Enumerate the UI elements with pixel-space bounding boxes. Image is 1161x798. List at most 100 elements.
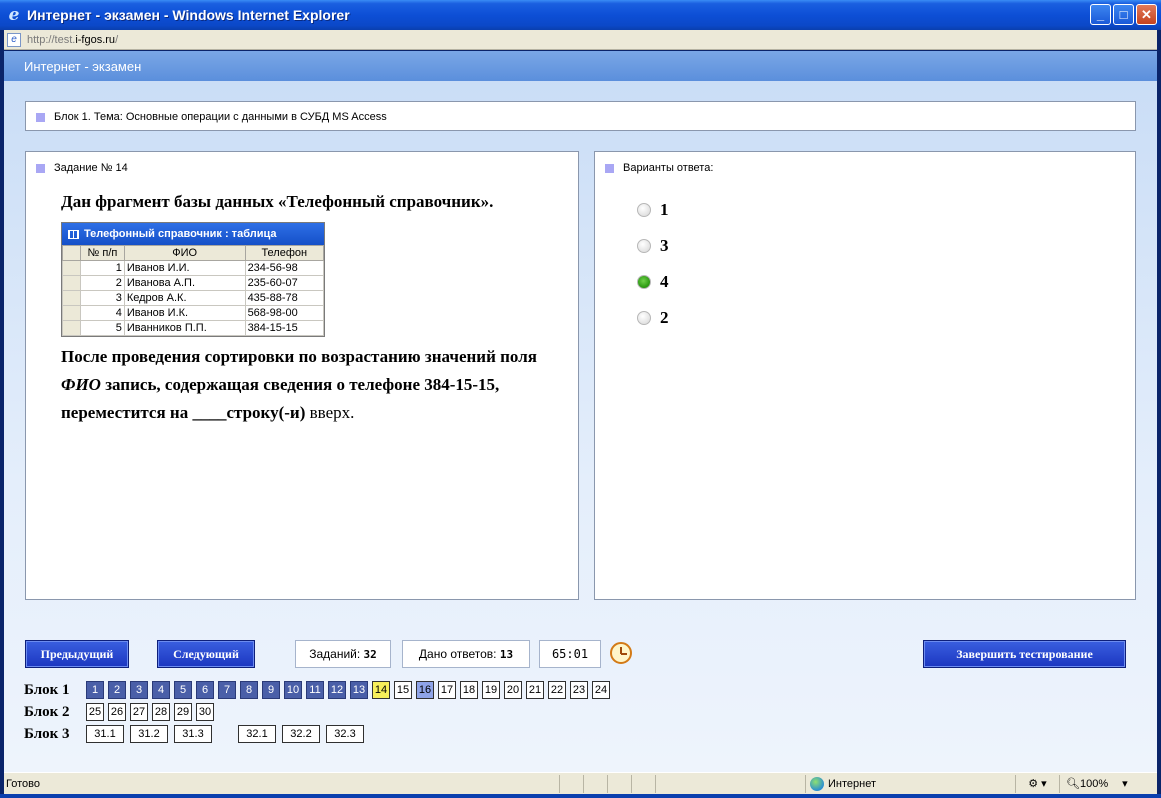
protected-mode-icon[interactable]: ⚙ ▾ xyxy=(1015,774,1059,793)
zoom-control[interactable]: 🔍︎ 100% ▾ xyxy=(1059,774,1139,793)
question-nav-box[interactable]: 27 xyxy=(130,703,148,721)
radio-button[interactable] xyxy=(637,239,651,253)
task-header: Задание № 14 xyxy=(54,162,128,174)
answered-count: Дано ответов: 13 xyxy=(402,640,530,668)
finish-test-button[interactable]: Завершить тестирование xyxy=(923,640,1126,668)
question-nav-box[interactable]: 8 xyxy=(240,681,258,699)
question-nav-box[interactable]: 6 xyxy=(196,681,214,699)
question-nav-box[interactable]: 18 xyxy=(460,681,478,699)
radio-button[interactable] xyxy=(637,203,651,217)
status-text: Готово xyxy=(6,777,40,790)
question-nav-box[interactable]: 10 xyxy=(284,681,302,699)
question-nav-box[interactable]: 20 xyxy=(504,681,522,699)
question-nav-box[interactable]: 19 xyxy=(482,681,500,699)
block-label: Блок 1 xyxy=(24,681,70,698)
page-icon: e xyxy=(7,32,21,47)
access-table: № п/п ФИО Телефон 1 Иванов И.И. 234-56-98 … xyxy=(62,245,325,336)
answers-panel: Варианты ответа: 1 3 4 2 xyxy=(594,151,1136,600)
column-header: № п/п xyxy=(80,245,125,261)
answer-option[interactable]: 2 xyxy=(637,300,669,336)
security-zone: Интернет xyxy=(805,774,1015,793)
question-nav-box[interactable]: 32.3 xyxy=(326,725,364,743)
block-label: Блок 2 xyxy=(24,703,70,720)
question-nav-box[interactable]: 5 xyxy=(174,681,192,699)
question-nav-box[interactable]: 32.1 xyxy=(238,725,276,743)
next-button[interactable]: Следующий xyxy=(157,640,255,668)
column-header: ФИО xyxy=(123,245,246,261)
question-nav-box[interactable]: 22 xyxy=(548,681,566,699)
question-nav-box[interactable]: 13 xyxy=(350,681,368,699)
question-nav-box[interactable]: 9 xyxy=(262,681,280,699)
table-row: 1 Иванов И.И. 234-56-98 xyxy=(62,260,325,276)
bullet-icon xyxy=(36,163,45,173)
question-nav-box[interactable]: 28 xyxy=(152,703,170,721)
table-row: 3 Кедров А.К. 435-88-78 xyxy=(62,290,325,306)
question-nav-box[interactable]: 25 xyxy=(86,703,104,721)
question-nav-box[interactable]: 31.1 xyxy=(86,725,124,743)
task-question: После проведения сортировки по возрастан… xyxy=(61,347,537,422)
block-topic: Блок 1. Тема: Основные операции с данным… xyxy=(54,111,387,123)
table-row: 4 Иванов И.К. 568-98-00 xyxy=(62,305,325,321)
question-nav-box[interactable]: 30 xyxy=(196,703,214,721)
answer-options: 1 3 4 2 xyxy=(637,192,669,336)
question-nav-box[interactable]: 3 xyxy=(130,681,148,699)
question-nav-box[interactable]: 12 xyxy=(328,681,346,699)
radio-button-selected[interactable] xyxy=(637,275,651,289)
block-2-row: Блок 2 25 26 27 28 29 30 xyxy=(24,702,218,722)
url-text[interactable]: http://test.i-fgos.ru/ xyxy=(27,34,118,46)
question-nav-box[interactable]: 23 xyxy=(570,681,588,699)
question-nav-box[interactable]: 17 xyxy=(438,681,456,699)
question-nav-box[interactable]: 4 xyxy=(152,681,170,699)
topic-panel: Блок 1. Тема: Основные операции с данным… xyxy=(25,101,1136,131)
close-button[interactable]: ✕ xyxy=(1136,4,1157,25)
question-nav-box[interactable]: 15 xyxy=(394,681,412,699)
block-3-row: Блок 3 31.1 31.2 31.3 32.1 32.2 32.3 xyxy=(24,724,370,744)
question-nav-box[interactable]: 26 xyxy=(108,703,126,721)
minimize-button[interactable]: _ xyxy=(1090,4,1111,25)
question-boxes: 25 26 27 28 29 30 xyxy=(86,703,218,721)
radio-button[interactable] xyxy=(637,311,651,325)
tasks-count: Заданий: 32 xyxy=(295,640,391,668)
chevron-down-icon: ▾ xyxy=(1122,778,1128,790)
status-bar: Готово Интернет ⚙ ▾ 🔍︎ 100% ▾ xyxy=(4,772,1157,794)
question-nav-box[interactable]: 7 xyxy=(218,681,236,699)
task-panel: Задание № 14 Дан фрагмент базы данных «Т… xyxy=(25,151,579,600)
question-nav-box[interactable]: 29 xyxy=(174,703,192,721)
globe-icon xyxy=(810,776,824,791)
question-nav-box[interactable]: 31.3 xyxy=(174,725,212,743)
alarm-clock-icon xyxy=(610,642,632,664)
table-row: 2 Иванова А.П. 235-60-07 xyxy=(62,275,325,291)
address-bar[interactable]: e http://test.i-fgos.ru/ xyxy=(4,30,1157,50)
bullet-icon xyxy=(605,163,614,173)
task-intro: Дан фрагмент базы данных «Телефонный спр… xyxy=(61,192,494,211)
question-nav-box[interactable]: 32.2 xyxy=(282,725,320,743)
question-boxes: 32.1 32.2 32.3 xyxy=(238,725,370,743)
question-nav-box[interactable]: 1 xyxy=(86,681,104,699)
window-title: Интернет - экзамен - Windows Internet Ex… xyxy=(27,7,350,23)
internet-explorer-icon: e xyxy=(8,5,20,25)
window-border xyxy=(0,794,1161,798)
page-content: Интернет - экзамен Блок 1. Тема: Основны… xyxy=(4,51,1157,772)
answer-option[interactable]: 4 xyxy=(637,264,669,300)
question-nav-box[interactable]: 16 xyxy=(416,681,434,699)
table-icon xyxy=(68,229,79,239)
answer-option[interactable]: 1 xyxy=(637,192,669,228)
task-body: Дан фрагмент базы данных «Телефонный спр… xyxy=(61,192,541,427)
question-nav-box[interactable]: 24 xyxy=(592,681,610,699)
answers-header: Варианты ответа: xyxy=(623,162,714,174)
bullet-icon xyxy=(36,112,45,122)
answer-option[interactable]: 3 xyxy=(637,228,669,264)
question-boxes: 31.1 31.2 31.3 xyxy=(86,725,218,743)
question-boxes: 1 2 3 4 5 6 7 8 9 10 11 12 13 14 15 16 17 18 19 20 21 22 23 24 xyxy=(86,681,614,699)
question-nav-box[interactable]: 14 xyxy=(372,681,390,699)
maximize-button[interactable]: □ xyxy=(1113,4,1134,25)
table-row: 5 Иванников П.П. 384-15-15 xyxy=(62,320,325,336)
zoom-icon: 🔍︎ xyxy=(1066,778,1080,790)
previous-button[interactable]: Предыдущий xyxy=(25,640,129,668)
access-table-title: Телефонный справочник : таблица xyxy=(62,223,324,245)
question-nav-box[interactable]: 11 xyxy=(306,681,324,699)
timer: 65:01 xyxy=(539,640,601,668)
question-nav-box[interactable]: 21 xyxy=(526,681,544,699)
question-nav-box[interactable]: 2 xyxy=(108,681,126,699)
question-nav-box[interactable]: 31.2 xyxy=(130,725,168,743)
